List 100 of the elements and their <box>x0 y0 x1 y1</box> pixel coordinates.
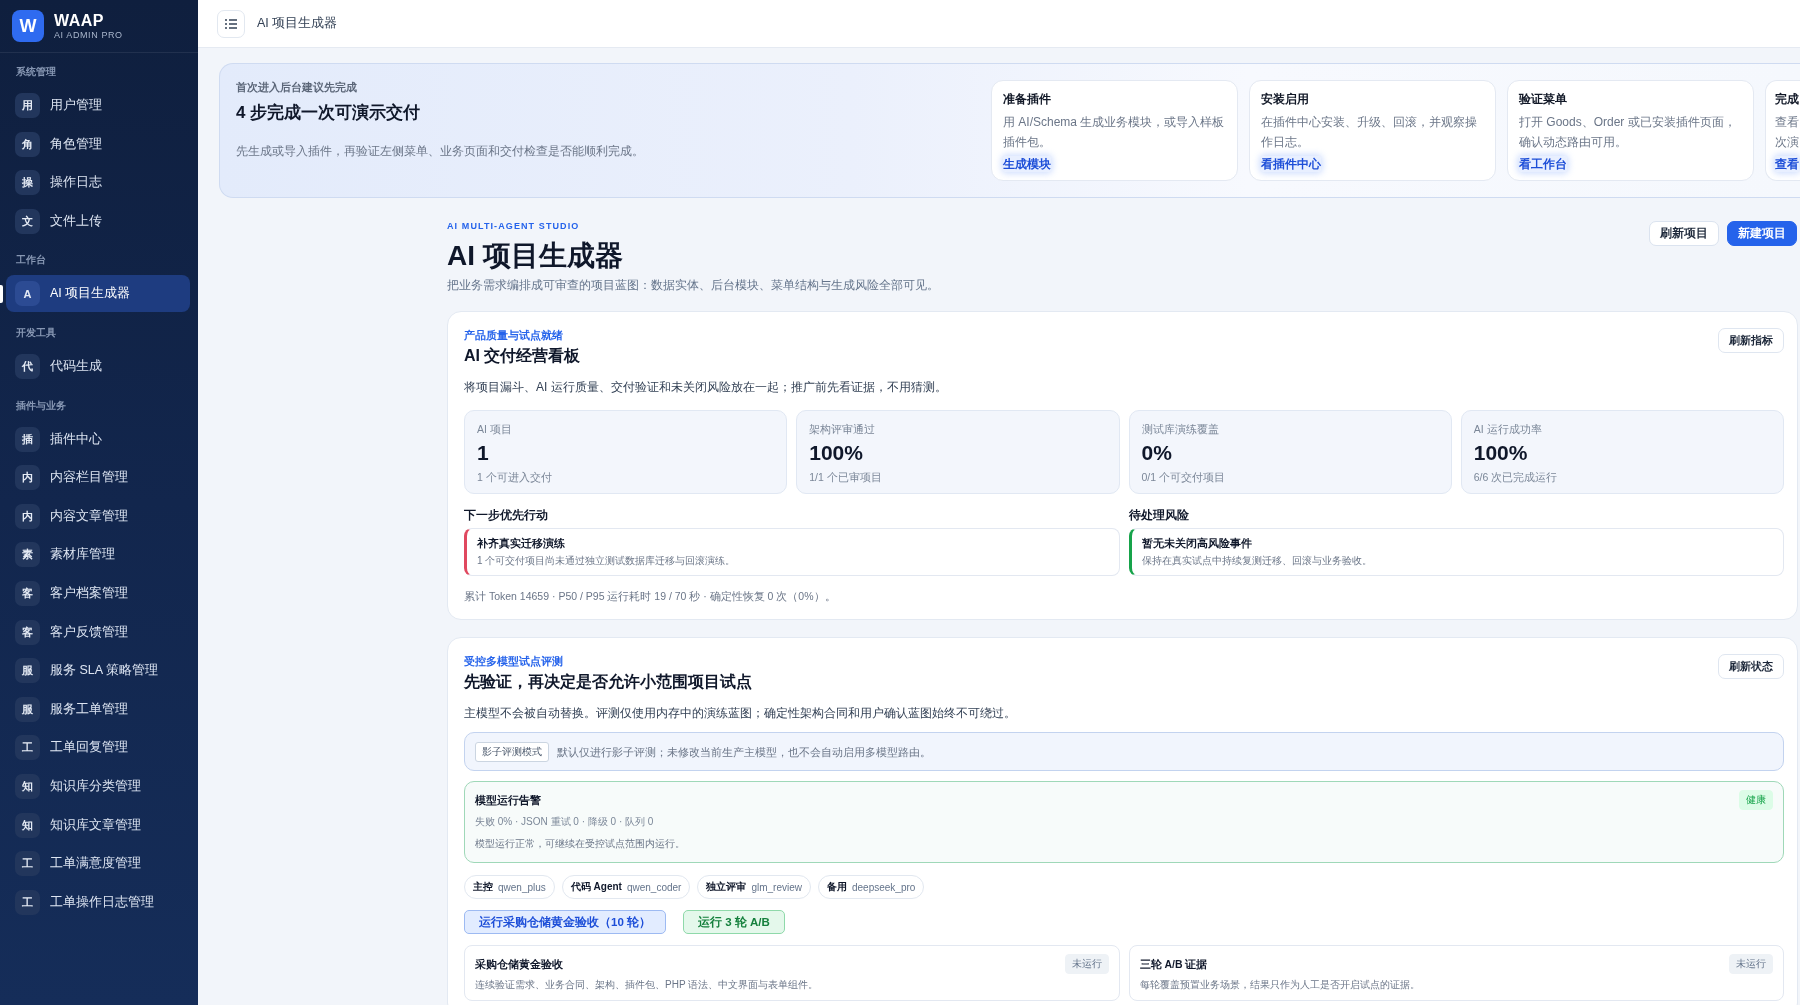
run-button[interactable]: 运行 3 轮 A/B <box>683 910 785 934</box>
status-tag: 健康 <box>1739 790 1773 810</box>
step-title: 准备插件 <box>1003 91 1052 108</box>
initial-tile: 知 <box>15 773 40 799</box>
stat-note: 1/1 个已审项目 <box>809 470 883 484</box>
brand-subtitle: AI ADMIN PRO <box>54 29 123 41</box>
initial-tile: 内 <box>15 503 40 529</box>
step-title: 验证菜单 <box>1519 91 1568 108</box>
initial-tile: 服 <box>15 658 40 684</box>
sidebar-item[interactable]: 插 插件中心 <box>6 420 190 458</box>
panel-heading: 下一步优先行动 <box>464 508 549 523</box>
card-description: 将项目漏斗、AI 运行质量、交付验证和未关闭风险放在一起；推广前先看证据，不用猜测。 <box>464 379 948 396</box>
nav-group-label: 系统管理 <box>15 65 57 79</box>
alert-metrics: 失败 0% · JSON 重试 0 · 降级 0 · 队列 0 <box>475 815 655 829</box>
step-description: 用 AI/Schema 生成业务模块，或导入样板插件包。 <box>1003 114 1226 151</box>
notice-text: 默认仅进行影子评测；未修改当前生产主模型，也不会自动启用多模型路由。 <box>557 744 931 759</box>
initial-tile: 工 <box>15 851 40 877</box>
stat-label: 架构评审通过 <box>809 422 877 436</box>
step-description: 打开 Goods、Order 或已安装插件页面，确认动态路由可用。 <box>1519 114 1737 151</box>
stat-value: 100% <box>1473 440 1529 466</box>
banner-eyebrow: 首次进入后台建议先完成 <box>236 80 358 94</box>
initial-tile: 知 <box>15 812 40 838</box>
page-heading: AI 项目生成器 <box>447 239 624 273</box>
initial-tile: 内 <box>15 465 40 491</box>
stat-note: 1 个可进入交付 <box>477 470 553 484</box>
nav-group-label: 开发工具 <box>15 325 57 340</box>
sidebar-item[interactable]: 操 操作日志 <box>6 164 190 202</box>
model-chip: 代码 Agent qwen_coder <box>561 875 691 899</box>
metrics-summary: 累计 Token 14659 · P50 / P95 运行耗时 19 / 70 秒 · 确定性恢复 0 次（0%）。 <box>464 589 837 604</box>
stat-value: 100% <box>809 440 864 466</box>
initial-tile: A <box>15 281 40 307</box>
evidence-title: 三轮 A/B 证据 <box>1139 956 1208 972</box>
status-tag: 未运行 <box>1729 954 1773 974</box>
refresh-button[interactable]: 刷新状态 <box>1718 654 1784 679</box>
menu-icon <box>225 18 237 29</box>
header-button[interactable]: 新建项目 <box>1727 221 1797 246</box>
alert-title: 模型运行告警 <box>475 792 541 808</box>
initial-tile: 客 <box>15 580 40 606</box>
card-title: AI 交付经营看板 <box>464 346 581 366</box>
step-description: 查看次演 <box>1775 114 1800 151</box>
sidebar-item[interactable]: 角 角色管理 <box>6 125 190 163</box>
stat-note: 0/1 个可交付项目 <box>1141 470 1226 484</box>
sidebar-item[interactable]: 服 服务 SLA 策略管理 <box>6 652 190 690</box>
header-button[interactable]: 刷新项目 <box>1649 221 1719 246</box>
stat-note: 6/6 次已完成运行 <box>1473 470 1559 484</box>
step-link[interactable]: 看工作台 <box>1519 156 1567 172</box>
page-title: AI 项目生成器 <box>257 15 338 32</box>
stat-label: 测试库演练覆盖 <box>1141 422 1220 436</box>
mode-tag: 影子评测模式 <box>475 741 549 762</box>
sidebar-item[interactable]: 用 用户管理 <box>6 87 190 124</box>
run-button[interactable]: 运行采购仓储黄金验收（10 轮） <box>464 910 666 934</box>
stat-label: AI 项目 <box>477 422 513 436</box>
initial-tile: 客 <box>15 619 40 645</box>
sidebar-item[interactable]: 客 客户反馈管理 <box>6 613 190 651</box>
action-title: 暂无未关闭高风险事件 <box>1141 536 1253 551</box>
card-title: 先验证，再决定是否允许小范围项目试点 <box>464 672 752 692</box>
initial-tile: 服 <box>15 696 40 722</box>
sidebar-item[interactable]: 代 代码生成 <box>6 347 190 385</box>
initial-tile: 插 <box>15 426 40 452</box>
initial-tile: 用 <box>15 93 40 118</box>
initial-tile: 文 <box>15 208 40 234</box>
alert-message: 模型运行正常，可继续在受控试点范围内运行。 <box>475 837 686 851</box>
sidebar-item[interactable]: A AI 项目生成器 <box>6 275 190 313</box>
sidebar-item[interactable]: 工 工单回复管理 <box>6 729 190 767</box>
sidebar-item[interactable]: 知 知识库分类管理 <box>6 767 190 805</box>
initial-tile: 角 <box>15 131 40 157</box>
sidebar-item[interactable]: 文 文件上传 <box>6 202 190 240</box>
brand-name: WAAP <box>54 11 105 30</box>
sidebar-item[interactable]: 服 服务工单管理 <box>6 690 190 728</box>
evidence-title: 采购仓储黄金验收 <box>475 956 563 972</box>
stat-value: 1 <box>477 440 490 466</box>
step-link[interactable]: 查看 <box>1775 156 1799 172</box>
banner-description: 先生成或导入插件，再验证左侧菜单、业务页面和交付检查是否能顺利完成。 <box>236 144 645 159</box>
page-description: 把业务需求编排成可审查的项目蓝图：数据实体、后台模块、菜单结构与生成风险全部可见。 <box>447 277 940 294</box>
banner-title: 4 步完成一次可演示交付 <box>236 102 422 124</box>
initial-tile: 操 <box>15 170 40 196</box>
sidebar-item[interactable]: 客 客户档案管理 <box>6 574 190 612</box>
menu-button[interactable] <box>217 9 245 38</box>
sidebar-item[interactable]: 内 内容文章管理 <box>6 497 190 535</box>
sidebar-item[interactable]: 内 内容栏目管理 <box>6 459 190 497</box>
refresh-button[interactable]: 刷新指标 <box>1718 328 1784 353</box>
step-description: 在插件中心安装、升级、回滚，并观察操作日志。 <box>1261 114 1478 151</box>
initial-tile: 素 <box>15 542 40 568</box>
action-description: 1 个可交付项目尚未通过独立测试数据库迁移与回滚演练。 <box>477 554 737 568</box>
sidebar-item[interactable]: 工 工单操作日志管理 <box>6 883 190 921</box>
card-description: 主模型不会被自动替换。评测仅使用内存中的演练蓝图；确定性架构合同和用户确认蓝图始终不可绕过。 <box>464 705 1017 722</box>
step-title: 完成 <box>1775 91 1800 108</box>
panel-heading: 待处理风险 <box>1128 508 1190 523</box>
sidebar-item[interactable]: 素 素材库管理 <box>6 536 190 574</box>
step-link[interactable]: 看插件中心 <box>1261 156 1321 172</box>
initial-tile: 代 <box>15 353 40 379</box>
step-link[interactable]: 生成模块 <box>1003 156 1051 172</box>
card-eyebrow: 产品质量与试点就绪 <box>464 328 564 342</box>
stat-label: AI 运行成功率 <box>1473 422 1543 436</box>
sidebar-item[interactable]: 工 工单满意度管理 <box>6 845 190 883</box>
model-chip: 主控 qwen_plus <box>464 875 555 899</box>
initial-tile: 工 <box>15 735 40 761</box>
logo-mark: W <box>12 10 44 42</box>
sidebar-item[interactable]: 知 知识库文章管理 <box>6 806 190 844</box>
model-chip: 备用 deepseek_pro <box>818 875 925 899</box>
